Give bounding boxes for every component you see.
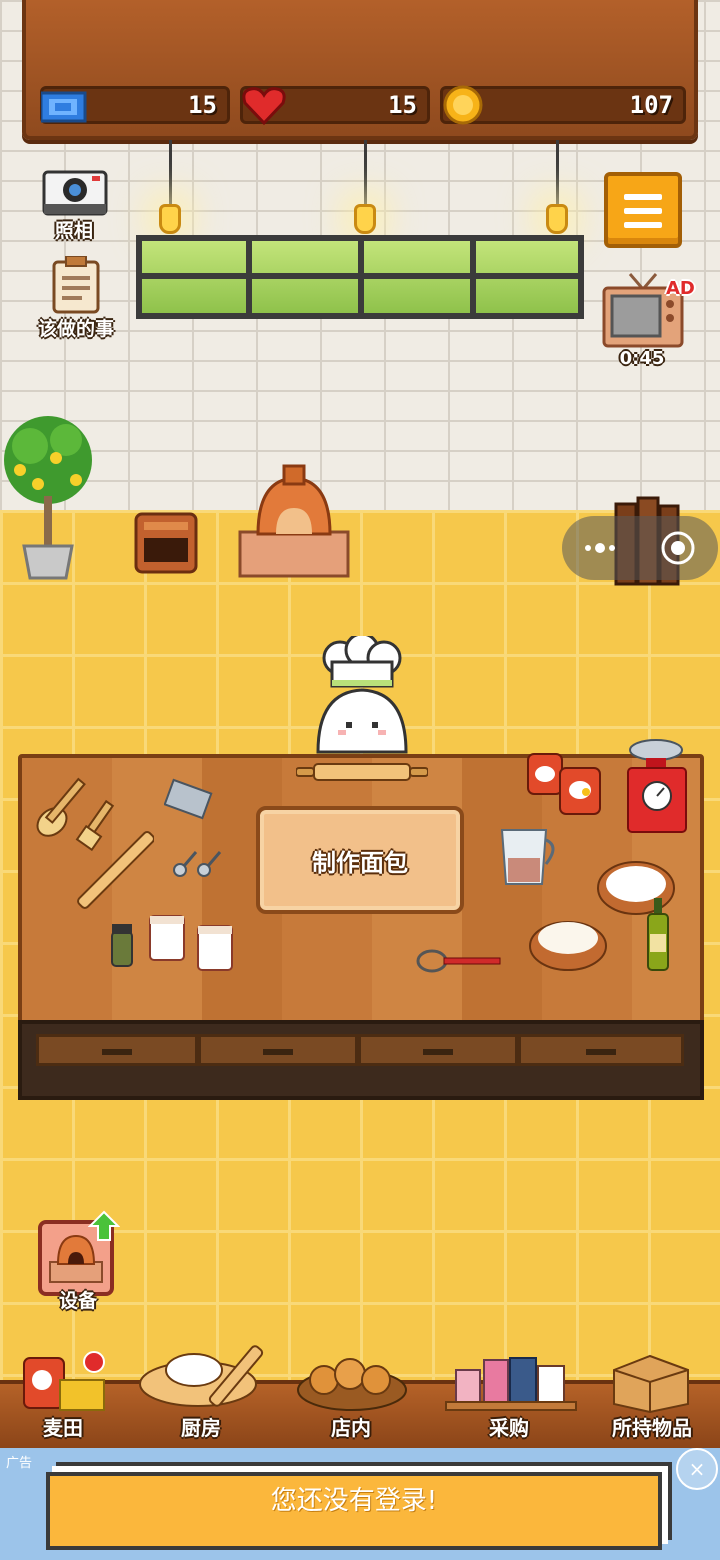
heart-icon	[242, 87, 286, 126]
chef-character[interactable]	[310, 636, 414, 756]
nav-kitchen[interactable]: 厨房	[146, 1412, 256, 1441]
make-bread-label: 制作面包	[312, 848, 408, 877]
nav-wheat-field[interactable]: 麦田	[8, 1412, 118, 1441]
small-oven-icon	[134, 512, 198, 574]
table-drawer	[358, 1034, 518, 1066]
ticket-icon	[41, 91, 87, 123]
menu-icon	[624, 194, 662, 200]
light-bulb-icon	[354, 204, 376, 234]
ad-tv-button[interactable]: AD 0:45	[600, 270, 696, 374]
mini-program-capsule[interactable]	[562, 516, 718, 580]
ticket-count: 15	[188, 91, 217, 119]
scraper-icon	[164, 778, 213, 820]
ticket-stat: 15	[40, 86, 230, 124]
wheat-field-icon	[23, 1351, 105, 1411]
spatula-brush-icon	[36, 777, 154, 909]
coin-icon	[443, 85, 483, 125]
camera-button[interactable]: 照相	[14, 168, 134, 242]
ad-close-button[interactable]: ×	[676, 1448, 718, 1490]
whisk-icon	[416, 949, 501, 973]
ad-message: 您还没有登录!	[270, 1486, 438, 1516]
equipment-label: 设备	[58, 1290, 97, 1312]
olive-oil-icon	[647, 898, 669, 971]
nav-store[interactable]: 店内	[296, 1412, 406, 1441]
inventory-box-icon	[613, 1354, 689, 1414]
ad-badge: AD	[666, 278, 695, 299]
kitchen-scale-icon	[627, 739, 687, 833]
table-drawer	[518, 1034, 684, 1066]
rolling-pin-icon	[296, 763, 428, 781]
light-bulb-icon	[159, 204, 181, 234]
measuring-spoons-icon	[173, 851, 222, 877]
lamp-cord	[556, 140, 559, 204]
todo-label: 该做的事	[37, 318, 114, 340]
camera-icon	[42, 170, 108, 216]
bread-basket-icon	[297, 1358, 407, 1411]
coin-stat: 107	[440, 85, 686, 125]
lemon-tree-icon	[4, 416, 92, 580]
todo-button[interactable]: 该做的事	[16, 256, 136, 340]
heart-count: 15	[388, 91, 417, 119]
menu-button[interactable]	[604, 172, 682, 248]
dough-board-icon	[139, 1345, 264, 1407]
nav-purchase[interactable]: 采购	[454, 1412, 564, 1441]
spice-jars-icon	[111, 915, 233, 971]
nav-inventory[interactable]: 所持物品	[596, 1412, 708, 1441]
kitchen-window	[136, 235, 584, 319]
camera-label: 照相	[54, 220, 93, 242]
coin-count: 107	[629, 91, 673, 119]
lamp-cord	[169, 140, 172, 204]
ad-timer: 0:45	[619, 348, 665, 369]
shop-shelf-icon	[445, 1357, 577, 1411]
more-icon[interactable]	[582, 538, 622, 558]
heart-stat: 15	[240, 86, 430, 126]
ad-tag: 广告	[6, 1456, 33, 1471]
eggs-carton-icon	[527, 753, 601, 815]
flour-bowl-icon	[529, 921, 607, 971]
table-drawer	[36, 1034, 198, 1066]
make-bread-button[interactable]: 制作面包	[256, 806, 464, 914]
ad-login-card[interactable]: 您还没有登录!	[46, 1472, 662, 1550]
close-target-icon[interactable]	[660, 530, 696, 566]
stone-oven-icon	[238, 464, 350, 578]
upgrade-arrow-icon	[88, 1210, 120, 1241]
table-drawer	[198, 1034, 358, 1066]
lamp-cord	[364, 140, 367, 204]
equipment-button[interactable]: 设备	[30, 1210, 126, 1316]
measuring-cup-icon	[500, 829, 555, 885]
clipboard-icon	[52, 256, 100, 314]
light-bulb-icon	[546, 204, 568, 234]
